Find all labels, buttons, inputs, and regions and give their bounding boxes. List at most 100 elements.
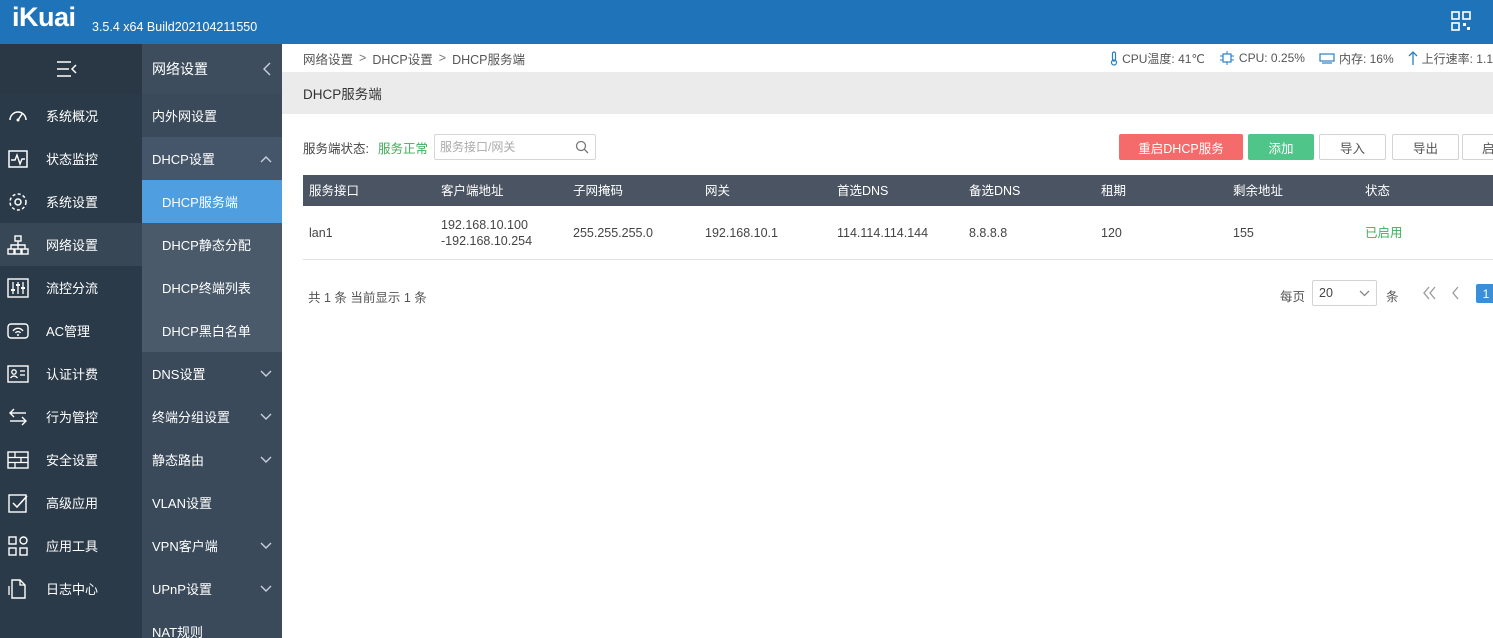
subnav-item-static-route[interactable]: 静态路由 (142, 438, 282, 481)
subnav-item-terminal-group[interactable]: 终端分组设置 (142, 395, 282, 438)
cell-status[interactable]: 已启用 (1359, 225, 1491, 241)
chevron-down-icon (260, 413, 272, 420)
upload-rate-value: 上行速率: 1.1 (1421, 51, 1493, 66)
network-icon (7, 234, 29, 256)
subnav-header[interactable]: 网络设置 (142, 44, 282, 94)
sidebar-item-label: 认证计费 (46, 367, 99, 382)
sidebar-item-label: AC管理 (46, 324, 91, 339)
column-header[interactable]: 首选DNS (831, 183, 963, 199)
cell-secondary-dns: 8.8.8.8 (969, 225, 1008, 240)
sidebar-item-label: 应用工具 (46, 539, 99, 554)
subnav-item-label: 终端分组设置 (152, 410, 231, 425)
subnav-item-vpn-client[interactable]: VPN客户端 (142, 524, 282, 567)
subnav-item-vlan[interactable]: VLAN设置 (142, 481, 282, 524)
sidebar-item-label: 系统概况 (46, 109, 99, 124)
sidebar-item-advanced-apps[interactable]: 高级应用 (0, 481, 142, 524)
sidebar-item-monitor[interactable]: 状态监控 (0, 137, 142, 180)
secondary-sidebar: 网络设置 内外网设置 DHCP设置 DHCP服务端 DHCP静态分配 DHCP终… (142, 44, 282, 638)
page-number-current[interactable]: 1 (1476, 284, 1493, 303)
sidebar-item-auth-billing[interactable]: 认证计费 (0, 352, 142, 395)
sidebar-item-label: 流控分流 (46, 281, 99, 296)
column-header[interactable]: 子网掩码 (567, 183, 699, 199)
sidebar-item-ac-management[interactable]: AC管理 (0, 309, 142, 352)
gear-icon (7, 191, 29, 213)
brand-logo[interactable]: iKuai (12, 2, 76, 33)
memory-value: 内存: 16% (1338, 51, 1394, 66)
column-header[interactable]: 状态 (1359, 183, 1491, 199)
service-status-value: 服务正常 (378, 142, 429, 156)
subnav-item-label: 内外网设置 (152, 109, 218, 124)
memory-icon (1319, 53, 1335, 64)
sidebar-item-overview[interactable]: 系统概况 (0, 94, 142, 137)
breadcrumb-item-network[interactable]: 网络设置 (303, 49, 353, 68)
subnav-item-dhcp-server[interactable]: DHCP服务端 (142, 180, 282, 223)
table-row[interactable]: lan1 192.168.10.100 -192.168.10.254 255.… (303, 206, 1493, 260)
import-button[interactable]: 导入 (1319, 134, 1386, 160)
column-header[interactable]: 剩余地址 (1227, 183, 1359, 199)
previous-page-icon[interactable] (1450, 286, 1460, 300)
subnav-item-nat[interactable]: NAT规则 (142, 610, 282, 638)
arrows-swap-icon (7, 406, 29, 428)
memory-stat: 内存: 16% (1319, 50, 1394, 67)
column-header[interactable]: 备选DNS (963, 183, 1095, 199)
add-button[interactable]: 添加 (1248, 134, 1314, 160)
chevron-down-icon (260, 542, 272, 549)
sidebar-item-label: 系统设置 (46, 195, 99, 210)
sliders-icon (7, 277, 29, 299)
chevron-up-icon (260, 155, 272, 162)
subnav-item-dns[interactable]: DNS设置 (142, 352, 282, 395)
column-header[interactable]: 租期 (1095, 183, 1227, 199)
sidebar-item-flow-control[interactable]: 流控分流 (0, 266, 142, 309)
chevron-left-icon[interactable] (262, 62, 272, 76)
main-content: 网络设置 > DHCP设置 > DHCP服务端 CPU温度: 41℃ CPU: … (282, 44, 1493, 638)
dashboard-icon (7, 105, 29, 127)
subnav-item-label: 静态路由 (152, 453, 205, 468)
search-input[interactable] (434, 134, 596, 160)
subnav-item-dhcp[interactable]: DHCP设置 (142, 137, 282, 180)
subnav-item-lan-wan[interactable]: 内外网设置 (142, 94, 282, 137)
arrow-up-icon (1408, 51, 1418, 65)
toolbar: 服务端状态: 服务正常 重启DHCP服务 添加 导入 导出 启 (282, 134, 1493, 162)
chevron-down-icon (260, 456, 272, 463)
subnav-item-label: NAT规则 (152, 625, 204, 638)
system-stats: CPU温度: 41℃ CPU: 0.25% 内存: 16% 上行速率: 1.1 (1096, 44, 1493, 72)
subnav-item-upnp[interactable]: UPnP设置 (142, 567, 282, 610)
breadcrumb-separator: > (438, 51, 447, 65)
breadcrumb-item-dhcp-server: DHCP服务端 (452, 52, 525, 67)
cell-remaining: 155 (1233, 225, 1254, 240)
column-header[interactable]: 客户端地址 (435, 183, 567, 199)
apps-icon (7, 535, 29, 557)
subnav-item-dhcp-static[interactable]: DHCP静态分配 (142, 223, 282, 266)
cell-interface: lan1 (309, 225, 333, 240)
menu-collapse-icon (57, 61, 77, 77)
sidebar-collapse-button[interactable] (0, 44, 142, 94)
sidebar-item-label: 日志中心 (46, 582, 99, 597)
column-header[interactable]: 网关 (699, 183, 831, 199)
page-title: DHCP服务端 (282, 72, 1493, 114)
breadcrumb: 网络设置 > DHCP设置 > DHCP服务端 CPU温度: 41℃ CPU: … (282, 44, 1493, 72)
more-button[interactable]: 启 (1462, 134, 1493, 160)
sidebar-item-network-settings[interactable]: 网络设置 (0, 223, 142, 266)
client-address-start: 192.168.10.100 (441, 217, 528, 232)
column-header[interactable]: 服务接口 (303, 183, 435, 199)
sidebar-item-security[interactable]: 安全设置 (0, 438, 142, 481)
thermometer-icon (1110, 50, 1118, 66)
sidebar-item-system-settings[interactable]: 系统设置 (0, 180, 142, 223)
primary-sidebar: 系统概况 状态监控 系统设置 网络设置 流控分流 AC管理 认证计费 行为管控 … (0, 44, 142, 638)
sidebar-item-log-center[interactable]: 日志中心 (0, 567, 142, 610)
sidebar-item-behavior-control[interactable]: 行为管控 (0, 395, 142, 438)
per-page-select[interactable]: 20 (1312, 280, 1377, 306)
subnav-item-dhcp-clients[interactable]: DHCP终端列表 (142, 266, 282, 309)
breadcrumb-item-dhcp[interactable]: DHCP设置 (372, 49, 432, 68)
qr-code-icon[interactable] (1451, 11, 1471, 31)
export-button[interactable]: 导出 (1392, 134, 1459, 160)
sidebar-item-label: 状态监控 (46, 152, 99, 167)
sidebar-item-app-tools[interactable]: 应用工具 (0, 524, 142, 567)
table-header: 服务接口 客户端地址 子网掩码 网关 首选DNS 备选DNS 租期 剩余地址 状… (303, 175, 1493, 206)
restart-dhcp-button[interactable]: 重启DHCP服务 (1119, 134, 1243, 160)
service-status-label: 服务端状态: (303, 142, 369, 156)
first-page-icon[interactable] (1422, 286, 1438, 300)
subnav-item-dhcp-blackwhite[interactable]: DHCP黑白名单 (142, 309, 282, 352)
search-icon[interactable] (575, 140, 589, 154)
firmware-version: 3.5.4 x64 Build202104211550 (92, 20, 258, 34)
